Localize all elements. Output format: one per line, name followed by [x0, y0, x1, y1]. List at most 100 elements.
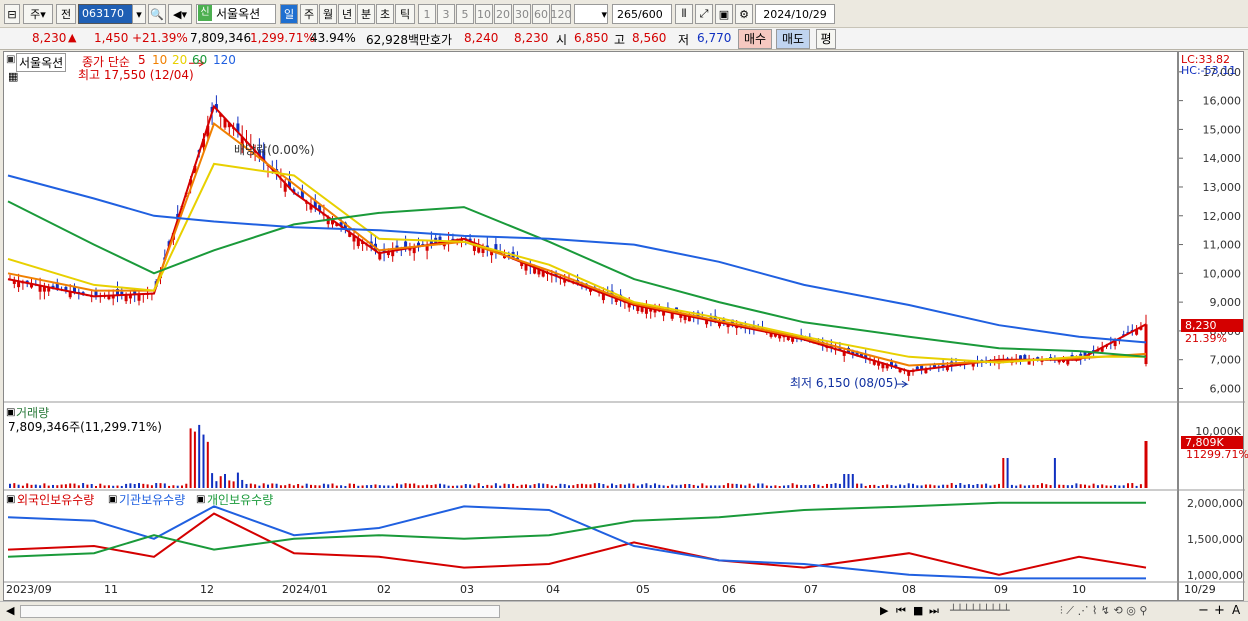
zoom-out-icon[interactable]: −	[1198, 603, 1209, 618]
volume-bar	[662, 485, 665, 488]
period-week[interactable]: 주	[300, 4, 318, 24]
x-label-11: 09	[994, 583, 1008, 596]
search-icon[interactable]: 🔍	[148, 4, 166, 24]
volume-bar	[404, 483, 407, 488]
volume-bar	[271, 483, 274, 488]
volume-bar	[748, 483, 751, 488]
date-input[interactable]: 2024/10/29	[755, 4, 835, 24]
volume-bar	[692, 484, 695, 488]
volume-bar	[1109, 485, 1112, 488]
volume-bar	[851, 474, 854, 488]
draw-tool-icon[interactable]: ⤢	[695, 4, 713, 24]
interval-20[interactable]: 20	[494, 4, 512, 24]
volume-bar	[159, 483, 162, 488]
sell-button[interactable]: 매도	[776, 29, 810, 49]
scroll-right-icon[interactable]: ▶	[880, 604, 888, 617]
interval-120[interactable]: 120	[551, 4, 572, 24]
period-day[interactable]: 일	[280, 4, 298, 24]
volume-bar	[477, 483, 480, 488]
volume-bar	[903, 485, 906, 488]
volume-bar	[757, 483, 760, 488]
volume-bar	[292, 485, 295, 488]
volume-bar	[494, 483, 497, 488]
type-select[interactable]: 주 ▾	[23, 4, 53, 24]
volume-bar	[778, 485, 781, 488]
volume-bar	[843, 474, 846, 488]
low-annotation: 최저 6,150 (08/05)	[790, 376, 899, 390]
drawing-tools-icon[interactable]: ⫶ ⟋ ⋰ ⌇ ↯ ⟲ ◎ ⚲	[1060, 604, 1147, 618]
interval-1[interactable]: 1	[418, 4, 436, 24]
prev-button[interactable]: 전	[56, 4, 76, 24]
ma-line-10	[7, 121, 1147, 367]
interval-3[interactable]: 3	[437, 4, 455, 24]
stop-icon[interactable]: ■	[913, 604, 923, 617]
chevron-down-icon: ▾	[40, 7, 46, 21]
volume-bar	[959, 483, 962, 488]
volume-bar	[34, 484, 37, 488]
volume-bar	[370, 484, 373, 488]
chart-area[interactable]	[3, 51, 1179, 602]
price-chart[interactable]	[4, 52, 1179, 602]
volume-bar	[305, 483, 308, 488]
eval-button[interactable]: 평	[816, 29, 836, 49]
font-size-icon[interactable]: A	[1232, 603, 1240, 617]
custom-interval-select[interactable]: ▾	[574, 4, 608, 24]
window-icon[interactable]: ⊟	[4, 4, 20, 24]
scroll-left-icon[interactable]: ◀	[6, 604, 14, 617]
interval-10[interactable]: 10	[475, 4, 493, 24]
zoom-in-icon[interactable]: +	[1214, 603, 1225, 618]
volume-bar	[572, 485, 575, 488]
volume-bar	[881, 485, 884, 488]
fast-forward-icon[interactable]: ⏭	[929, 604, 939, 618]
save-icon[interactable]: ▣	[715, 4, 733, 24]
count-value: 265	[617, 7, 638, 21]
gear-icon[interactable]: ⚙	[735, 4, 753, 24]
volume-bar	[228, 480, 231, 488]
volume-bar	[267, 484, 269, 488]
period-second[interactable]: 초	[376, 4, 394, 24]
count-input[interactable]: 265/600	[612, 4, 672, 24]
grid-icon[interactable]: ▦	[8, 70, 18, 83]
volume-bar	[202, 434, 205, 488]
ask-label: 호가	[430, 33, 453, 47]
volume-bar	[537, 483, 540, 488]
scroll-thumb[interactable]	[20, 605, 500, 618]
volume-bar	[1053, 458, 1056, 488]
volume-bar	[417, 485, 420, 488]
volume-value: 7,809,346	[190, 31, 252, 45]
volume-bar	[249, 483, 252, 488]
volume-bar	[920, 485, 923, 488]
volume-bar	[821, 485, 824, 488]
volume-bar	[430, 485, 433, 488]
period-year[interactable]: 년	[338, 4, 356, 24]
speaker-icon[interactable]: ◀▾	[168, 4, 192, 24]
period-tick[interactable]: 틱	[395, 4, 415, 24]
ma-10-label: 10	[152, 53, 168, 67]
interval-60[interactable]: 60	[532, 4, 550, 24]
candle-type-icon[interactable]: ⫴	[675, 4, 693, 24]
y-tick-label: 14,000	[1203, 152, 1242, 165]
chart-scrollbar[interactable]: ◀ ▶ ⏮ ■ ⏭ ┴┴┴┴┴┴┴┴┴ ⫶ ⟋ ⋰ ⌇ ↯ ⟲ ◎ ⚲ − + …	[0, 601, 1248, 621]
interval-5[interactable]: 5	[456, 4, 474, 24]
volume-bar	[675, 485, 678, 488]
volume-bar	[1101, 484, 1104, 488]
volume-bar	[181, 485, 183, 488]
zoom-slider-icon[interactable]: ┴┴┴┴┴┴┴┴┴	[950, 604, 1010, 617]
volume-bar	[783, 485, 785, 488]
period-minute[interactable]: 분	[357, 4, 375, 24]
rewind-icon[interactable]: ⏮	[896, 604, 906, 618]
volume-bar	[709, 485, 712, 488]
volume-bar	[520, 484, 523, 488]
ma-60-label: 60	[192, 53, 208, 67]
price-change-rate: +21.39%	[132, 31, 188, 45]
code-dropdown-icon[interactable]: ▾	[132, 4, 146, 24]
volume-bar	[615, 485, 618, 488]
volume-bar	[185, 483, 188, 488]
holding-panel-icon: ▣	[6, 494, 16, 505]
volume-bar	[331, 483, 334, 488]
interval-30[interactable]: 30	[513, 4, 531, 24]
volume-bar	[869, 485, 871, 488]
volume-bar	[357, 485, 360, 488]
buy-button[interactable]: 매수	[738, 29, 772, 49]
period-month[interactable]: 월	[319, 4, 337, 24]
